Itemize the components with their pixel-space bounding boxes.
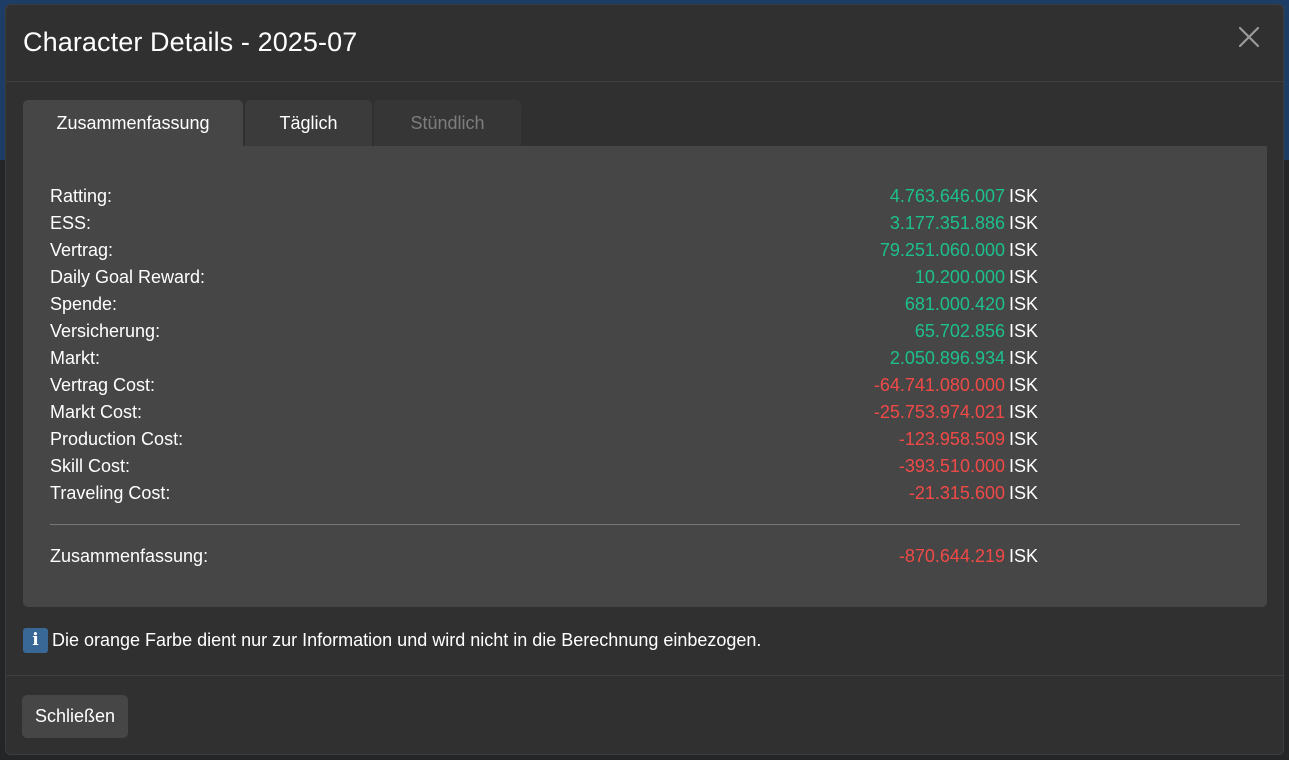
- row-unit: ISK: [1008, 186, 1038, 206]
- row-versicherung: Versicherung: 65.702.856 ISK: [50, 318, 1038, 345]
- summary-total-row: Zusammenfassung: -870.644.219 ISK: [50, 543, 1038, 570]
- row-amount: 79.251.060.000: [879, 240, 1005, 260]
- row-unit: ISK: [1008, 348, 1038, 368]
- row-traveling-cost: Traveling Cost: -21.315.600 ISK: [50, 480, 1038, 507]
- summary-amount: -870.644.219: [898, 546, 1005, 566]
- modal-footer: Schließen: [6, 675, 1283, 754]
- row-value: -25.753.974.021 ISK: [874, 399, 1038, 426]
- row-label: Ratting:: [50, 186, 113, 206]
- row-ess: ESS: 3.177.351.886 ISK: [50, 210, 1038, 237]
- row-markt: Markt: 2.050.896.934 ISK: [50, 345, 1038, 372]
- row-unit: ISK: [1008, 375, 1038, 395]
- info-text: Die orange Farbe dient nur zur Informati…: [52, 629, 762, 650]
- row-label: Markt:: [50, 348, 101, 368]
- row-markt-cost: Markt Cost: -25.753.974.021 ISK: [50, 399, 1038, 426]
- row-unit: ISK: [1008, 267, 1038, 287]
- row-production-cost: Production Cost: -123.958.509 ISK: [50, 426, 1038, 453]
- row-value: 65.702.856 ISK: [915, 318, 1038, 345]
- row-label: Traveling Cost:: [50, 483, 171, 503]
- row-label: Spende:: [50, 294, 118, 314]
- row-value: 681.000.420 ISK: [905, 291, 1038, 318]
- row-label: Vertrag Cost:: [50, 375, 156, 395]
- row-amount: 65.702.856: [914, 321, 1005, 341]
- row-label: ESS:: [50, 213, 92, 233]
- row-unit: ISK: [1008, 429, 1038, 449]
- row-value: 3.177.351.886 ISK: [890, 210, 1038, 237]
- info-icon: i: [23, 627, 48, 653]
- row-label: Skill Cost:: [50, 456, 131, 476]
- row-amount: 3.177.351.886: [889, 213, 1005, 233]
- row-value: -64.741.080.000 ISK: [874, 372, 1038, 399]
- modal-title: Character Details - 2025-07: [23, 27, 358, 57]
- summary-panel: Ratting: 4.763.646.007 ISK ESS: 3.177.351…: [23, 146, 1267, 607]
- summary-value: -870.644.219 ISK: [899, 543, 1038, 570]
- modal-header: Character Details - 2025-07: [6, 5, 1283, 82]
- row-value: -123.958.509 ISK: [899, 426, 1038, 453]
- row-vertrag-cost: Vertrag Cost: -64.741.080.000 ISK: [50, 372, 1038, 399]
- row-amount: 10.200.000: [914, 267, 1005, 287]
- row-unit: ISK: [1008, 321, 1038, 341]
- row-vertrag: Vertrag: 79.251.060.000 ISK: [50, 237, 1038, 264]
- row-value: 2.050.896.934 ISK: [890, 345, 1038, 372]
- row-label: Markt Cost:: [50, 402, 143, 422]
- summary-unit: ISK: [1008, 546, 1038, 566]
- row-value: 10.200.000 ISK: [915, 264, 1038, 291]
- summary-divider: [50, 524, 1240, 525]
- close-icon: [1238, 26, 1260, 48]
- row-amount: -21.315.600: [908, 483, 1005, 503]
- info-note: i Die orange Farbe dient nur zur Informa…: [23, 627, 761, 653]
- character-details-modal: Character Details - 2025-07 Zusammenfass…: [5, 4, 1284, 755]
- row-daily-goal-reward: Daily Goal Reward: 10.200.000 ISK: [50, 264, 1038, 291]
- income-expense-list: Ratting: 4.763.646.007 ISK ESS: 3.177.351…: [50, 183, 1038, 507]
- row-label: Versicherung:: [50, 321, 161, 341]
- row-amount: -64.741.080.000: [873, 375, 1005, 395]
- row-amount: -393.510.000: [898, 456, 1005, 476]
- row-label: Vertrag:: [50, 240, 114, 260]
- row-unit: ISK: [1008, 240, 1038, 260]
- row-ratting: Ratting: 4.763.646.007 ISK: [50, 183, 1038, 210]
- tab-zusammenfassung[interactable]: Zusammenfassung: [23, 100, 243, 146]
- row-skill-cost: Skill Cost: -393.510.000 ISK: [50, 453, 1038, 480]
- row-value: -21.315.600 ISK: [909, 480, 1038, 507]
- row-unit: ISK: [1008, 456, 1038, 476]
- row-label: Daily Goal Reward:: [50, 267, 206, 287]
- tab-stuendlich: Stündlich: [374, 100, 521, 146]
- row-amount: 2.050.896.934: [889, 348, 1005, 368]
- row-value: 79.251.060.000 ISK: [880, 237, 1038, 264]
- row-label: Production Cost:: [50, 429, 184, 449]
- row-amount: -123.958.509: [898, 429, 1005, 449]
- tab-bar: Zusammenfassung Täglich Stündlich: [23, 100, 523, 146]
- row-amount: -25.753.974.021: [873, 402, 1005, 422]
- row-amount: 4.763.646.007: [889, 186, 1005, 206]
- row-amount: 681.000.420: [904, 294, 1005, 314]
- row-spende: Spende: 681.000.420 ISK: [50, 291, 1038, 318]
- row-value: -393.510.000 ISK: [899, 453, 1038, 480]
- close-button[interactable]: [1237, 25, 1261, 49]
- row-unit: ISK: [1008, 294, 1038, 314]
- row-unit: ISK: [1008, 402, 1038, 422]
- row-value: 4.763.646.007 ISK: [890, 183, 1038, 210]
- row-unit: ISK: [1008, 213, 1038, 233]
- summary-label: Zusammenfassung:: [50, 546, 209, 566]
- close-modal-button[interactable]: Schließen: [22, 695, 128, 738]
- row-unit: ISK: [1008, 483, 1038, 503]
- tab-taeglich[interactable]: Täglich: [245, 100, 372, 146]
